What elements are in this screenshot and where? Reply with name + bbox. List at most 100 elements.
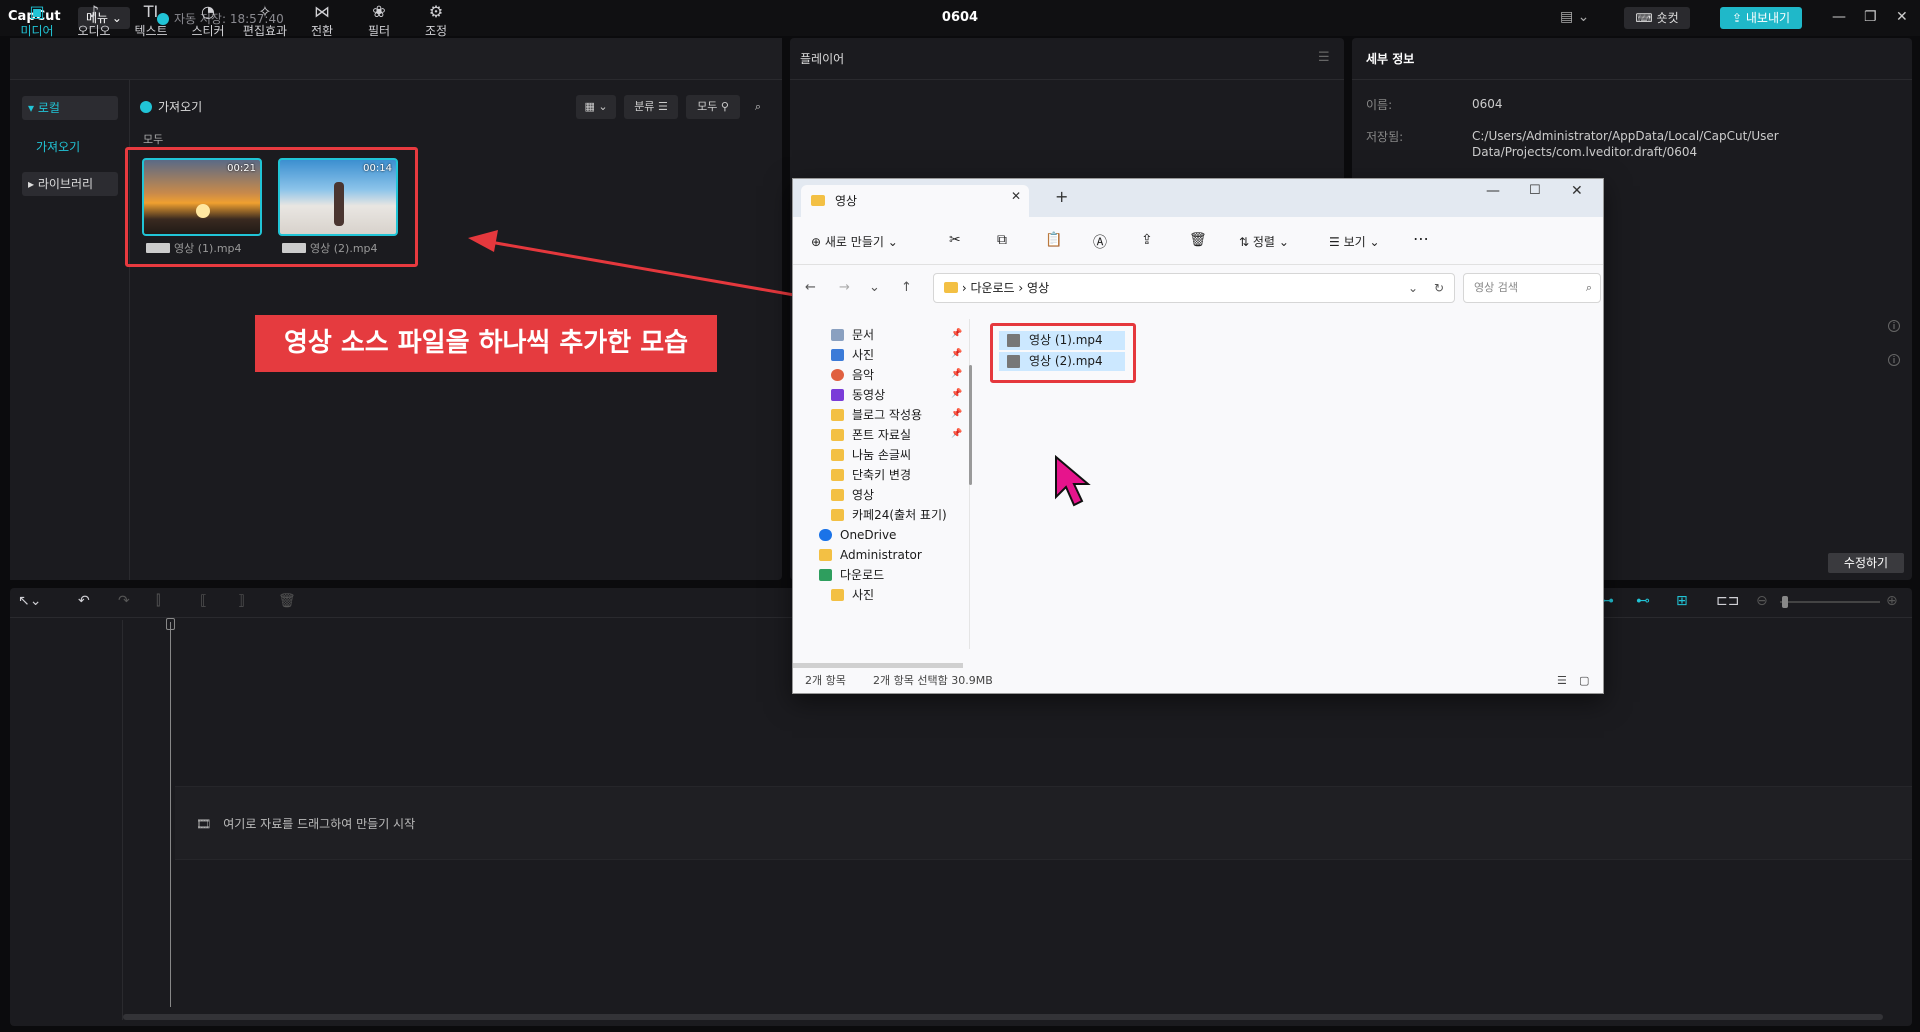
- folder-icon: [831, 489, 844, 501]
- tree-item[interactable]: 사진: [831, 585, 874, 605]
- info-icon[interactable]: i: [1888, 320, 1900, 332]
- layout-icon[interactable]: ▤ ⌄: [1560, 9, 1589, 25]
- saved-path: C:/Users/Administrator/AppData/Local/Cap…: [1472, 129, 1779, 159]
- nav-library[interactable]: ▸ 라이브러리: [22, 172, 118, 196]
- up-icon[interactable]: ↑: [901, 280, 912, 295]
- tree-item[interactable]: 음악: [831, 365, 874, 385]
- annotation-banner: 영상 소스 파일을 하나씩 추가한 모습: [255, 315, 717, 372]
- tool-adjust[interactable]: ⚙ 조정: [409, 2, 463, 39]
- tree-item[interactable]: 문서: [831, 325, 874, 345]
- shortcut-button[interactable]: ⌨ 숏컷: [1624, 7, 1690, 29]
- view-button[interactable]: ☰ 보기 ⌄: [1329, 233, 1380, 250]
- delete-icon[interactable]: 🗑: [278, 593, 296, 609]
- export-button[interactable]: ⇪ 내보내기: [1720, 7, 1802, 29]
- address-bar[interactable]: › 다운로드 › 영상 ⌄ ↻: [933, 273, 1455, 303]
- search-input[interactable]: 영상 검색 ⌕: [1463, 273, 1601, 303]
- sort-button[interactable]: ⇅ 정렬 ⌄: [1239, 233, 1289, 250]
- pin-icon: 📌: [951, 349, 963, 359]
- filter-button[interactable]: 모두 ⚲: [686, 95, 740, 119]
- download-icon: [819, 569, 832, 581]
- all-section-label: 모두: [143, 133, 164, 146]
- link-icon[interactable]: ⊷: [1636, 593, 1650, 609]
- close-icon[interactable]: ✕: [1571, 183, 1583, 199]
- sort-button[interactable]: 분류 ☰: [624, 95, 678, 119]
- chevron-down-icon[interactable]: ⌄: [1408, 274, 1418, 302]
- split-view-icon[interactable]: ⊏⊐: [1716, 593, 1739, 609]
- tree-scrollbar[interactable]: [969, 365, 972, 485]
- share-icon[interactable]: ⇪: [1141, 232, 1153, 248]
- tool-media[interactable]: ▣ 미디어: [10, 2, 64, 39]
- redo-icon[interactable]: ↷: [118, 593, 130, 609]
- copy-icon[interactable]: ⧉: [997, 232, 1007, 248]
- highlight-box: [990, 323, 1136, 383]
- tool-transition[interactable]: ⋈ 전환: [295, 2, 349, 39]
- tree-item[interactable]: 폰트 자료실: [831, 425, 911, 445]
- tree-item[interactable]: 사진: [831, 345, 874, 365]
- details-view-icon[interactable]: ☰: [1557, 669, 1567, 693]
- zoom-slider-handle[interactable]: [1782, 596, 1788, 608]
- tree-item[interactable]: 나눔 손글씨: [831, 445, 911, 465]
- back-icon[interactable]: ←: [805, 280, 816, 295]
- tool-audio[interactable]: ♪ 오디오: [67, 2, 121, 39]
- tool-effects[interactable]: ✧ 편집효과: [238, 2, 292, 39]
- grid-view-button[interactable]: ▦ ⌄: [576, 95, 616, 119]
- tree-item[interactable]: 블로그 작성용: [831, 405, 922, 425]
- menu-icon[interactable]: ☰: [1318, 50, 1330, 65]
- tree-item[interactable]: 다운로드: [819, 565, 884, 585]
- tool-filter[interactable]: ❀ 필터: [352, 2, 406, 39]
- tree-item[interactable]: 영상: [831, 485, 874, 505]
- split-icon[interactable]: ⫿: [156, 593, 160, 609]
- info-icon[interactable]: i: [1888, 354, 1900, 366]
- film-icon: 🎞: [196, 817, 212, 831]
- tool-text[interactable]: TI 텍스트: [124, 2, 178, 39]
- search-icon[interactable]: ⌕: [746, 95, 770, 119]
- trim-right-icon[interactable]: ⟧: [238, 593, 245, 609]
- select-tool-icon[interactable]: ↖⌄: [18, 593, 41, 609]
- restore-icon[interactable]: ❐: [1864, 9, 1877, 25]
- breadcrumb-item[interactable]: 다운로드: [970, 281, 1014, 295]
- tool-sticker[interactable]: ◔ 스티커: [181, 2, 235, 39]
- import-button[interactable]: 가져오기: [140, 96, 202, 118]
- effects-icon: ✧: [258, 2, 272, 21]
- tab-close-icon[interactable]: ✕: [1011, 189, 1021, 203]
- paste-icon[interactable]: 📋: [1045, 232, 1062, 248]
- preview-axis-icon[interactable]: ⊞: [1676, 593, 1688, 609]
- tiles-view-icon[interactable]: ▢: [1579, 669, 1589, 693]
- new-button[interactable]: ⊕ 새로 만들기 ⌄: [811, 233, 898, 250]
- tree-item[interactable]: 단축키 변경: [831, 465, 911, 485]
- recent-icon[interactable]: ⌄: [869, 280, 880, 295]
- timeline-scrollbar[interactable]: [123, 1014, 1883, 1020]
- zoom-out-icon[interactable]: ⊖: [1756, 593, 1768, 609]
- rename-icon[interactable]: Ⓐ: [1093, 232, 1107, 252]
- close-icon[interactable]: ✕: [1896, 9, 1908, 25]
- timeline-drop-zone[interactable]: [175, 786, 1912, 860]
- edit-button[interactable]: 수정하기: [1828, 553, 1904, 573]
- nav-import[interactable]: 가져오기: [36, 138, 80, 155]
- folder-icon: [831, 589, 844, 601]
- zoom-slider[interactable]: [1780, 601, 1880, 603]
- explorer-tab[interactable]: 영상: [801, 185, 1029, 217]
- nav-local[interactable]: ▾ 로컬: [22, 96, 118, 120]
- trim-left-icon[interactable]: ⟦: [200, 593, 207, 609]
- minimize-icon[interactable]: —: [1832, 9, 1846, 25]
- tree-item[interactable]: OneDrive: [819, 525, 896, 545]
- playhead[interactable]: [170, 622, 171, 1007]
- undo-icon[interactable]: ↶: [78, 593, 90, 609]
- cloud-icon: [819, 529, 832, 541]
- sort-icon: ⇅: [1239, 235, 1250, 249]
- tree-item[interactable]: 동영상: [831, 385, 885, 405]
- media-side-nav: [10, 80, 130, 580]
- minimize-icon[interactable]: —: [1486, 183, 1500, 199]
- maximize-icon[interactable]: ☐: [1529, 183, 1541, 198]
- tree-item[interactable]: 카페24(출처 표기): [831, 505, 947, 525]
- delete-icon[interactable]: 🗑: [1189, 232, 1207, 248]
- new-tab-icon[interactable]: +: [1055, 187, 1068, 206]
- tree-hscrollbar[interactable]: [793, 663, 963, 668]
- zoom-in-icon[interactable]: ⊕: [1886, 593, 1898, 609]
- cut-icon[interactable]: ✂: [949, 232, 961, 248]
- refresh-icon[interactable]: ↻: [1434, 274, 1444, 302]
- forward-icon[interactable]: →: [839, 280, 850, 295]
- more-icon[interactable]: ⋯: [1413, 229, 1429, 248]
- breadcrumb-item[interactable]: 영상: [1027, 281, 1049, 295]
- tree-item[interactable]: Administrator: [819, 545, 922, 565]
